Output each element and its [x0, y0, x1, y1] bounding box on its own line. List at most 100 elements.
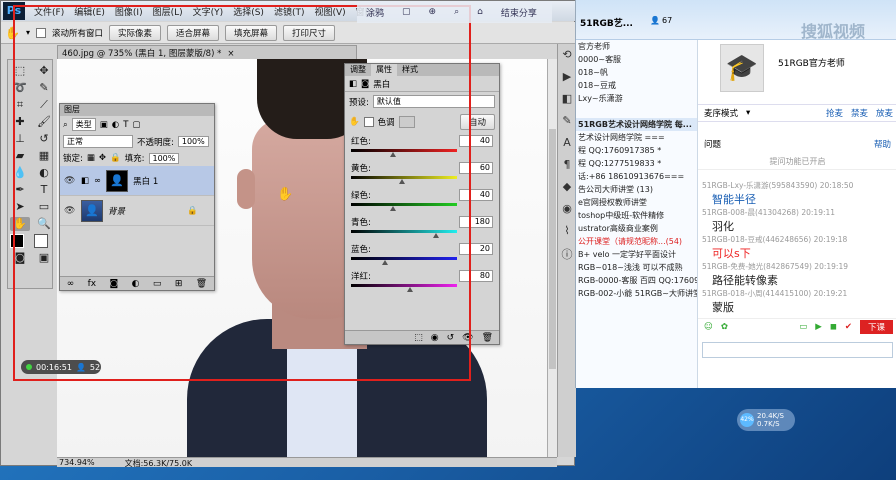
list-item[interactable]: 艺术设计网络学院 ===	[576, 131, 697, 144]
menu-layer[interactable]: 图层(L)	[148, 5, 188, 18]
layer-filter-select[interactable]: 类型	[71, 118, 96, 131]
text-tool-icon[interactable]: T	[34, 183, 54, 197]
dodge-tool-icon[interactable]: ◐	[34, 166, 54, 180]
release-mic-button[interactable]: 放麦	[876, 107, 893, 119]
eye-icon[interactable]: 👁	[64, 176, 76, 186]
shape-tool-icon[interactable]: ▭	[34, 200, 54, 214]
layer-row-background[interactable]: 👁 👤 背景 🔒	[60, 196, 214, 226]
hand-target-icon[interactable]: ✋	[349, 117, 360, 127]
brush-tool-icon[interactable]: 🖌	[34, 115, 54, 129]
chevron-down-icon[interactable]: ▾	[746, 108, 750, 118]
screen-icon[interactable]: ▭	[799, 322, 807, 332]
lasso-tool-icon[interactable]: ➰	[10, 81, 30, 95]
auto-button[interactable]: 自动	[459, 114, 495, 130]
gift-icon[interactable]: ✿	[721, 322, 728, 332]
tab-adjustments[interactable]: 调整	[345, 64, 371, 76]
blur-tool-icon[interactable]: 💧	[10, 166, 30, 180]
check-icon[interactable]: ✔	[845, 322, 852, 332]
move-tool-icon[interactable]: ✥	[34, 64, 54, 78]
list-item[interactable]: 程 QQ:1277519833 *	[576, 157, 697, 170]
menu-select[interactable]: 选择(S)	[228, 5, 269, 18]
filter-pixel-icon[interactable]: ▣	[100, 120, 108, 130]
list-item[interactable]: 公开课堂（请规范昵称...(54)	[576, 235, 697, 248]
doodle-button[interactable]: 涂鸦	[357, 6, 393, 19]
menu-image[interactable]: 图像(I)	[110, 5, 148, 18]
list-item[interactable]: e官网授权教师讲堂	[576, 196, 697, 209]
vertical-scrollbar[interactable]	[547, 59, 557, 457]
eraser-tool-icon[interactable]: ▰	[10, 149, 30, 163]
slider-value-input[interactable]: 40	[459, 135, 493, 147]
folder-icon[interactable]: ▭	[153, 279, 162, 289]
adjust-icon[interactable]: ◐	[132, 279, 140, 289]
layer-mask-thumbnail[interactable]: 👤	[106, 169, 129, 192]
list-item[interactable]: Lxy~乐潇游	[576, 92, 697, 105]
scroll-all-checkbox[interactable]	[35, 27, 46, 38]
crop-tool-icon[interactable]: ⌗	[10, 98, 30, 112]
close-icon[interactable]: ×	[227, 49, 234, 59]
pen-tool-icon[interactable]: ✒	[10, 183, 30, 197]
list-item[interactable]: 官方老师	[576, 40, 697, 53]
filter-shape-icon[interactable]: ▢	[132, 120, 140, 130]
layer-row-bw[interactable]: 👁 ◧ ∞ 👤 黑白 1	[60, 166, 214, 196]
layer-name[interactable]: 背景	[108, 205, 125, 217]
send-button[interactable]: 下课	[859, 319, 893, 334]
zoom-icon[interactable]: ⌕	[445, 7, 468, 17]
slider-knob[interactable]	[432, 233, 439, 238]
fill-input[interactable]: 100%	[148, 152, 180, 164]
menu-filter[interactable]: 滤镜(T)	[269, 5, 310, 18]
tint-checkbox[interactable]	[363, 117, 374, 127]
paths-icon[interactable]: ⌇	[564, 224, 569, 237]
slider-knob[interactable]	[381, 260, 388, 265]
tab-properties[interactable]: 属性	[371, 64, 397, 76]
fx-icon[interactable]: fx	[88, 279, 97, 289]
slider-track[interactable]	[351, 233, 457, 239]
mask-icon[interactable]: ◙	[110, 279, 119, 289]
list-item[interactable]: 程 QQ:1760917385 *	[576, 144, 697, 157]
chat-input[interactable]	[702, 342, 893, 358]
healing-brush-icon[interactable]: ✚	[10, 115, 30, 129]
slider-value-input[interactable]: 40	[459, 189, 493, 201]
slider-track[interactable]	[351, 260, 457, 266]
slider-knob[interactable]	[390, 206, 397, 211]
quick-select-icon[interactable]: ✎	[34, 81, 54, 95]
history-brush-icon[interactable]: ↺	[34, 132, 54, 146]
slider-value-input[interactable]: 80	[459, 270, 493, 282]
slider-knob[interactable]	[390, 152, 397, 157]
list-item[interactable]: 018~豆戒	[576, 79, 697, 92]
mask-icon[interactable]: ◙	[361, 79, 369, 89]
slider-knob[interactable]	[398, 179, 405, 184]
slider-track[interactable]	[351, 152, 457, 158]
emoji-icon[interactable]: ☺	[704, 322, 713, 332]
clip-icon[interactable]: ⬚	[414, 333, 423, 343]
ban-mic-button[interactable]: 禁麦	[851, 107, 868, 119]
grab-mic-button[interactable]: 抢麦	[826, 107, 843, 119]
lock-position-icon[interactable]: ✥	[99, 153, 106, 163]
trash-icon[interactable]: 🗑	[482, 333, 493, 343]
filter-text-icon[interactable]: T	[123, 120, 128, 130]
marquee-tool-icon[interactable]: ⬚	[10, 64, 30, 78]
brush-preset-icon[interactable]: ✎	[562, 114, 571, 127]
eyedropper-icon[interactable]: ⟋	[34, 98, 54, 112]
print-size-button[interactable]: 打印尺寸	[283, 24, 336, 41]
new-layer-icon[interactable]: ⊞	[175, 279, 183, 289]
menu-edit[interactable]: 编辑(E)	[69, 5, 110, 18]
quick-mask-icon[interactable]: ◙	[10, 251, 30, 265]
list-item[interactable]: 51RGB艺术设计网络学院 每...	[576, 118, 697, 131]
slider-value-input[interactable]: 60	[459, 162, 493, 174]
paragraph-icon[interactable]: ¶	[564, 158, 571, 171]
link-icon[interactable]: ∞	[67, 279, 75, 289]
layers-icon[interactable]: ◆	[563, 180, 571, 193]
info-icon[interactable]: ⓘ	[562, 246, 573, 262]
camera-icon[interactable]: ◼	[830, 322, 837, 332]
list-item[interactable]: 告公司大师讲堂 (13)	[576, 183, 697, 196]
channels-icon[interactable]: ◉	[562, 202, 572, 215]
list-item[interactable]: 018~帆	[576, 66, 697, 79]
help-link[interactable]: 帮助	[874, 138, 891, 150]
gradient-tool-icon[interactable]: ▦	[34, 149, 54, 163]
end-share-button[interactable]: 结束分享	[492, 6, 546, 19]
slider-value-input[interactable]: 180	[459, 216, 493, 228]
tint-swatch[interactable]	[398, 116, 415, 128]
list-item[interactable]: ustrator高级商业案例	[576, 222, 697, 235]
filter-adjust-icon[interactable]: ◐	[112, 120, 119, 130]
zoom-level[interactable]: 734.94%	[59, 458, 95, 467]
